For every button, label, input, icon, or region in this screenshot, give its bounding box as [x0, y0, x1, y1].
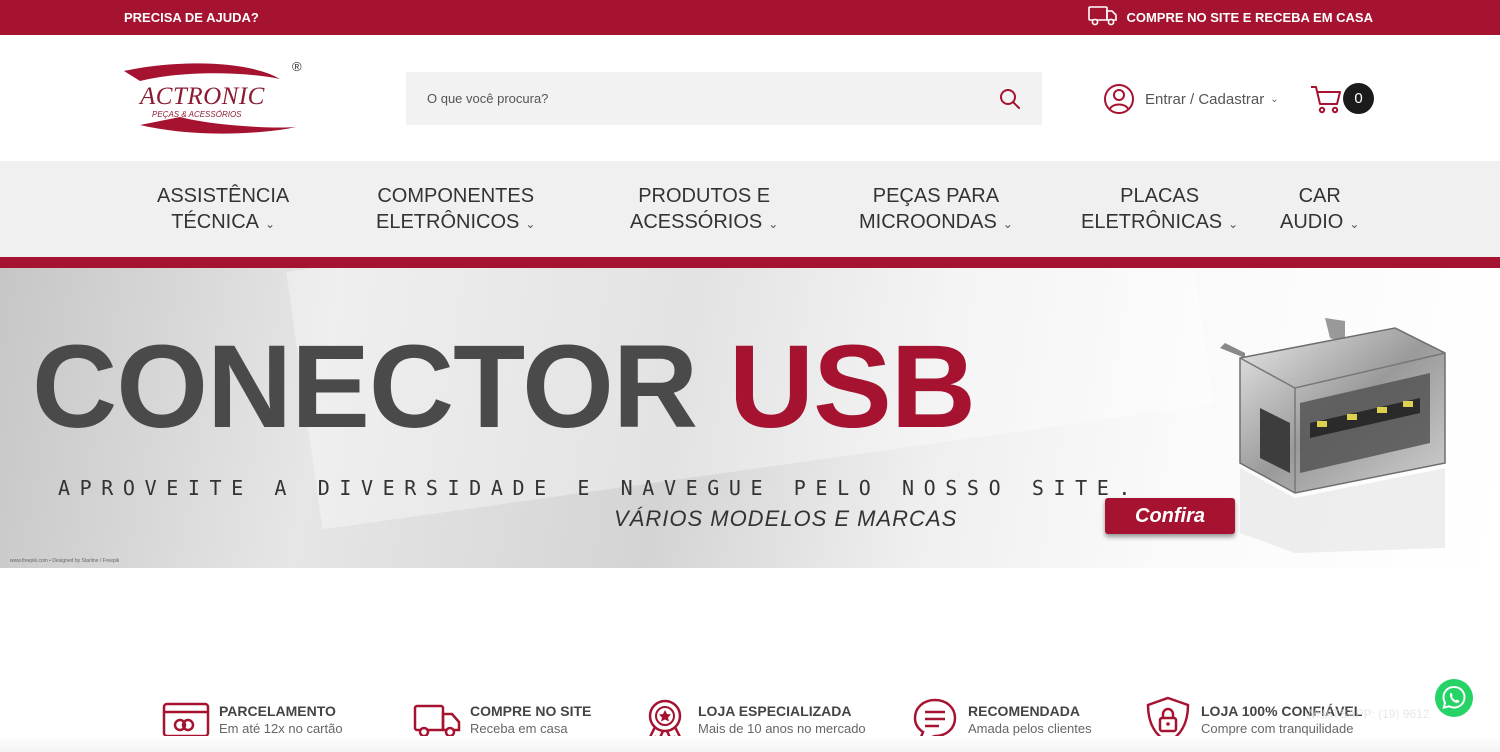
top-bar: PRECISA DE AJUDA? COMPRE NO SITE E RECEB… [0, 0, 1500, 35]
nav-item-line1: ASSISTÊNCIA [157, 185, 290, 207]
main-nav: ASSISTÊNCIA TÉCNICA ⌄ COMPONENTES ELETRÔN… [0, 161, 1500, 257]
feature-desc: Amada pelos clientes [968, 721, 1092, 736]
banner-credit: www.freepik.com • Designed by Starline /… [10, 558, 120, 564]
cart-button[interactable]: 0 [1310, 83, 1380, 115]
chevron-down-icon: ⌄ [1002, 217, 1013, 231]
chevron-down-icon: ⌄ [768, 217, 779, 231]
chevron-down-icon: ⌄ [265, 217, 276, 231]
whatsapp-icon [1442, 685, 1466, 709]
chevron-down-icon: ⌄ [525, 217, 536, 231]
account-label: Entrar / Cadastrar [1145, 90, 1265, 108]
bottom-fade [0, 736, 1500, 752]
shipping-text: COMPRE NO SITE E RECEBA EM CASA [1126, 10, 1373, 25]
nav-item-line2: ACESSÓRIOS [630, 211, 763, 233]
banner-title-part2: USB [728, 321, 976, 453]
nav-item-line2: MICROONDAS [859, 211, 997, 233]
feature-desc: Receba em casa [470, 721, 568, 736]
nav-item-line2: ELETRÔNICOS [376, 211, 520, 233]
user-icon [1104, 84, 1134, 114]
hero-banner[interactable]: CONECTOR USB APROVEITE A DIVERSIDADE E N… [0, 268, 1500, 568]
feature-desc: Compre com tranquilidade [1201, 721, 1354, 736]
help-link[interactable]: PRECISA DE AJUDA? [124, 10, 259, 25]
truck-icon [1088, 6, 1118, 26]
nav-item-line2: ELETRÔNICAS [1081, 211, 1223, 233]
feature-title: LOJA ESPECIALIZADA [698, 703, 852, 719]
logo[interactable]: ACTRONIC PEÇAS & ACESSÓRIOS ® [120, 59, 310, 139]
banner-tagline: VÁRIOS MODELOS E MARCAS [614, 506, 958, 531]
banner-subtitle: APROVEITE A DIVERSIDADE E NAVEGUE PELO N… [58, 476, 1141, 500]
chevron-down-icon: ⌄ [1228, 217, 1239, 231]
feature-desc: Em até 12x no cartão [219, 721, 343, 736]
search-input[interactable] [406, 72, 986, 125]
nav-item-line1: PEÇAS PARA [872, 185, 1000, 207]
chevron-down-icon: ⌄ [1270, 93, 1279, 105]
search-icon[interactable] [998, 87, 1022, 111]
banner-title: CONECTOR USB [32, 328, 976, 446]
nav-item-pecas-microondas[interactable]: PEÇAS PARA MICROONDAS ⌄ [859, 183, 1013, 237]
logo-tagline: PEÇAS & ACESSÓRIOS [152, 110, 242, 119]
chevron-down-icon: ⌄ [1349, 217, 1360, 231]
nav-divider [0, 257, 1500, 268]
nav-item-line2: TÉCNICA [171, 211, 259, 233]
nav-item-car-audio[interactable]: CAR AUDIO ⌄ [1280, 183, 1359, 237]
cart-count-badge: 0 [1343, 83, 1374, 114]
nav-item-line1: PLACAS [1120, 185, 1200, 207]
nav-item-componentes-eletronicos[interactable]: COMPONENTES ELETRÔNICOS ⌄ [376, 183, 535, 237]
whatsapp-text: WHATSAPP: (19) 9612 [1305, 707, 1430, 721]
cart-icon [1311, 86, 1341, 114]
logo-brand: ACTRONIC [140, 83, 265, 110]
nav-item-produtos-acessorios[interactable]: PRODUTOS E ACESSÓRIOS ⌄ [630, 183, 778, 237]
nav-item-assistencia-tecnica[interactable]: ASSISTÊNCIA TÉCNICA ⌄ [157, 183, 289, 237]
header: ACTRONIC PEÇAS & ACESSÓRIOS ® Entrar / C… [0, 35, 1500, 161]
nav-item-placas-eletronicas[interactable]: PLACAS ELETRÔNICAS ⌄ [1081, 183, 1238, 237]
confira-button[interactable]: Confira [1105, 498, 1235, 534]
feature-title: PARCELAMENTO [219, 703, 336, 719]
whatsapp-button[interactable] [1435, 679, 1473, 717]
shipping-notice: COMPRE NO SITE E RECEBA EM CASA [1088, 6, 1373, 26]
usb-connector-image [1220, 318, 1446, 553]
feature-title: COMPRE NO SITE [470, 703, 592, 719]
nav-item-line2: AUDIO [1280, 211, 1344, 233]
nav-item-line1: CAR [1298, 185, 1341, 207]
search-bar [406, 72, 1042, 125]
banner-title-part1: CONECTOR [32, 321, 698, 453]
account-menu[interactable]: Entrar / Cadastrar ⌄ [1103, 83, 1279, 115]
nav-item-line1: COMPONENTES [377, 185, 535, 207]
feature-desc: Mais de 10 anos no mercado [698, 721, 866, 736]
registered-mark: ® [292, 59, 302, 74]
nav-item-line1: PRODUTOS E [638, 185, 771, 207]
feature-title: RECOMENDADA [968, 703, 1080, 719]
